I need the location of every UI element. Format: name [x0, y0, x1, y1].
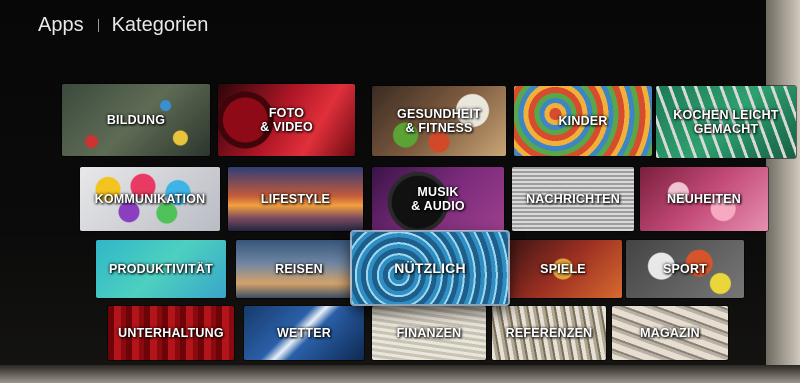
category-tile-spiele[interactable]: SPIELE [504, 240, 622, 298]
category-label: REFERENZEN [505, 326, 593, 340]
category-label: WETTER [277, 326, 331, 340]
category-tile-kommunikation[interactable]: KOMMUNIKATION [80, 167, 220, 231]
category-tile-kochen-leicht-gemacht[interactable]: KOCHEN LEICHT GEMACHT [656, 86, 796, 158]
category-label: FINANZEN [396, 326, 462, 340]
category-label: NÜTZLICH [394, 260, 466, 276]
category-tile-foto-video[interactable]: FOTO & VIDEO [218, 84, 355, 156]
category-tile-referenzen[interactable]: REFERENZEN [492, 306, 606, 360]
category-label: KOMMUNIKATION [94, 192, 206, 206]
category-label: SPORT [662, 262, 708, 276]
category-label: KOCHEN LEICHT GEMACHT [673, 108, 779, 136]
category-label: NACHRICHTEN [526, 192, 620, 206]
category-label: BILDUNG [106, 113, 166, 127]
category-tile-nachrichten[interactable]: NACHRICHTEN [512, 167, 634, 231]
category-label: PRODUKTIVITÄT [109, 262, 213, 276]
category-tile-neuheiten[interactable]: NEUHEITEN [640, 167, 768, 231]
category-label: KINDER [558, 114, 608, 128]
category-label: UNTERHALTUNG [118, 326, 224, 340]
category-label: REISEN [275, 262, 323, 276]
category-grid: BILDUNG FOTO & VIDEO GESUNDHEIT & FITNES… [0, 0, 800, 383]
category-label: SPIELE [540, 262, 586, 276]
category-label: FOTO & VIDEO [260, 106, 313, 134]
category-tile-bildung[interactable]: BILDUNG [62, 84, 210, 156]
category-tile-unterhaltung[interactable]: UNTERHALTUNG [108, 306, 234, 360]
category-label: MAGAZIN [640, 326, 700, 340]
category-tile-reisen[interactable]: REISEN [236, 240, 362, 298]
category-tile-magazin[interactable]: MAGAZIN [612, 306, 728, 360]
category-tile-lifestyle[interactable]: LIFESTYLE [228, 167, 363, 231]
category-label: NEUHEITEN [666, 192, 742, 206]
category-tile-finanzen[interactable]: FINANZEN [372, 306, 486, 360]
category-tile-nutzlich[interactable]: NÜTZLICH [352, 232, 508, 304]
category-label: LIFESTYLE [260, 192, 331, 206]
category-tile-sport[interactable]: SPORT [626, 240, 744, 298]
category-label: MUSIK & AUDIO [411, 185, 465, 213]
category-tile-wetter[interactable]: WETTER [244, 306, 364, 360]
category-tile-musik-audio[interactable]: MUSIK & AUDIO [372, 167, 504, 231]
category-label: GESUNDHEIT & FITNESS [397, 107, 481, 135]
category-tile-kinder[interactable]: KINDER [514, 86, 652, 156]
category-tile-produktivitat[interactable]: PRODUKTIVITÄT [96, 240, 226, 298]
category-tile-gesundheit-fitness[interactable]: GESUNDHEIT & FITNESS [372, 86, 506, 156]
